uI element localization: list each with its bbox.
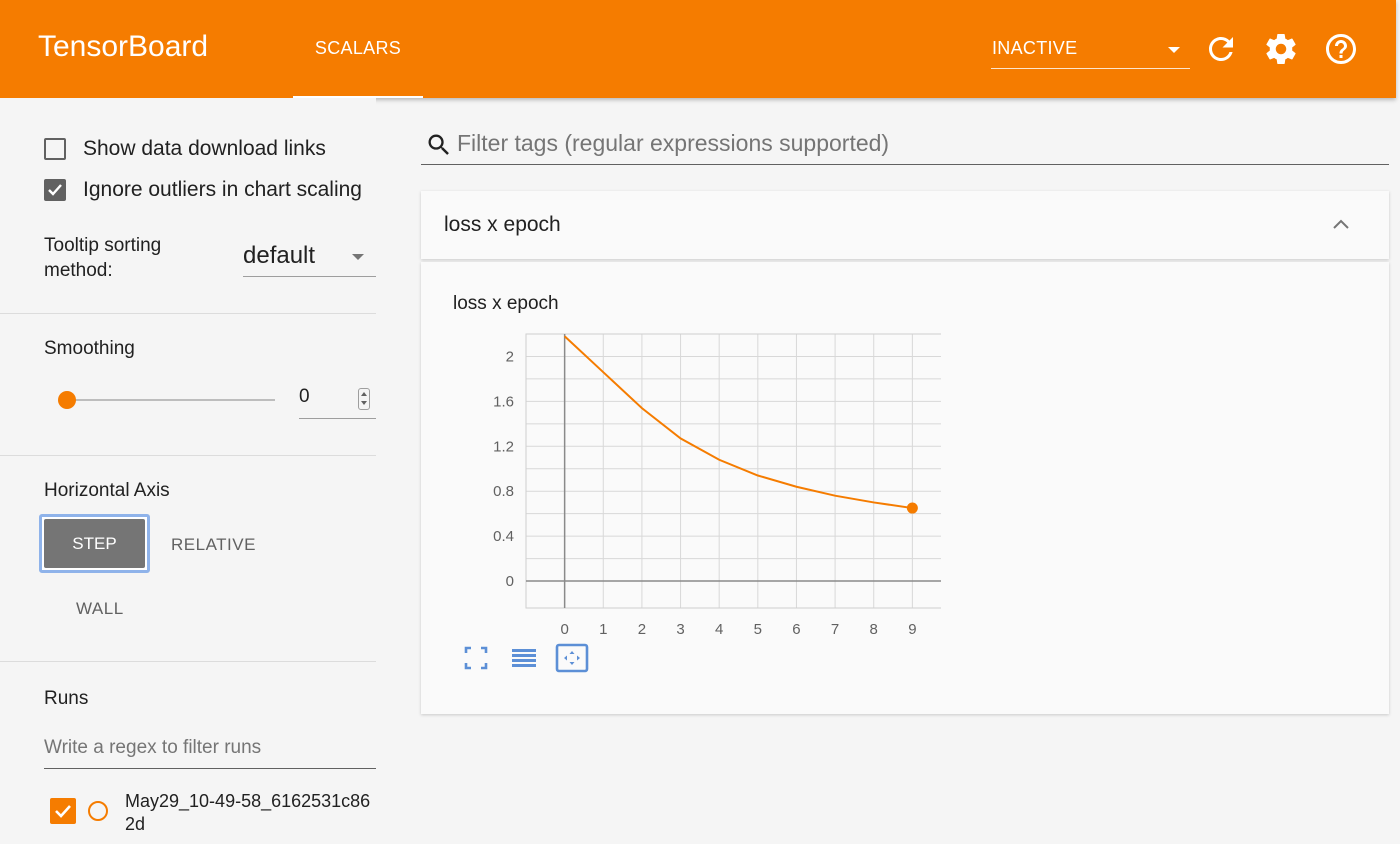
runs-title: Runs <box>44 688 89 709</box>
plot-frame <box>525 333 941 609</box>
chevron-down-icon <box>1168 47 1180 53</box>
x-tick-label: 2 <box>638 621 646 638</box>
gear-icon[interactable] <box>1263 31 1299 67</box>
runs-filter-input[interactable]: Write a regex to filter runs <box>44 732 376 769</box>
x-tick-label: 8 <box>870 621 878 638</box>
y-tick-label: 0.8 <box>493 483 514 500</box>
category-title: loss x epoch <box>444 213 561 236</box>
ignore-outliers-checkbox[interactable]: Ignore outliers in chart scaling <box>44 177 376 205</box>
log-scale-icon[interactable] <box>510 644 538 672</box>
axis-step-label: STEP <box>44 519 145 568</box>
run-name: May29_10-49-58_6162531c862d <box>125 791 371 834</box>
status-dropdown[interactable]: INACTIVE <box>991 34 1190 69</box>
zoom-region-icon[interactable] <box>555 643 589 673</box>
sidebar: Show data download links Ignore outliers… <box>0 98 376 844</box>
chevron-down-icon <box>352 254 364 260</box>
checkbox-checked-icon[interactable] <box>44 179 66 201</box>
category-header[interactable]: loss x epoch <box>421 191 1389 259</box>
smoothing-slider-track[interactable] <box>67 399 275 401</box>
y-tick-label: 1.6 <box>493 393 514 410</box>
x-tick-label: 0 <box>560 621 568 638</box>
tooltip-sorting-label: Tooltip sorting method: <box>44 235 162 281</box>
smoothing-value: 0 <box>299 386 310 407</box>
smoothing-title: Smoothing <box>44 338 135 359</box>
x-tick-label: 3 <box>676 621 684 638</box>
checkbox-unchecked-icon[interactable] <box>44 138 66 160</box>
help-icon[interactable] <box>1323 31 1359 67</box>
app-logo: TensorBoard <box>38 30 209 63</box>
fit-domain-icon[interactable] <box>462 644 490 672</box>
run-checkbox[interactable] <box>50 798 76 824</box>
show-download-links-checkbox[interactable]: Show data download links <box>44 136 376 164</box>
x-tick-label: 9 <box>908 621 916 638</box>
chart-title: loss x epoch <box>453 293 559 314</box>
show-download-links-label: Show data download links <box>83 137 326 160</box>
x-tick-label: 5 <box>754 621 762 638</box>
section-divider <box>0 661 376 662</box>
horizontal-axis-title: Horizontal Axis <box>44 480 170 501</box>
axis-step-button[interactable]: STEP <box>39 514 150 573</box>
line-chart[interactable]: 0 0.4 0.8 1.2 1.6 2 0 1 2 3 4 5 6 7 8 9 <box>471 322 941 642</box>
x-tick-label: 4 <box>715 621 723 638</box>
tooltip-sorting-dropdown[interactable]: default <box>243 240 376 277</box>
y-tick-label: 0 <box>506 573 514 590</box>
tag-filter-input[interactable]: Filter tags (regular expressions support… <box>421 125 1389 165</box>
run-color-radio[interactable] <box>88 801 108 821</box>
axis-wall-button[interactable]: WALL <box>76 599 124 619</box>
top-app-bar: TensorBoard SCALARS INACTIVE <box>0 0 1396 98</box>
x-tick-label: 7 <box>831 621 839 638</box>
x-tick-label: 1 <box>599 621 607 638</box>
tab-scalars-label: SCALARS <box>314 38 402 58</box>
y-tick-label: 2 <box>506 348 514 365</box>
smoothing-spinner[interactable] <box>358 388 370 410</box>
y-tick-label: 0.4 <box>493 528 514 545</box>
axis-relative-button[interactable]: RELATIVE <box>171 535 256 555</box>
checkmark-icon <box>48 184 62 196</box>
runs-filter-placeholder: Write a regex to filter runs <box>44 737 262 758</box>
tab-scalars[interactable]: SCALARS <box>293 0 423 98</box>
tag-filter-placeholder: Filter tags (regular expressions support… <box>457 130 890 156</box>
smoothing-slider-knob[interactable] <box>58 391 76 409</box>
refresh-icon[interactable] <box>1203 31 1239 67</box>
ignore-outliers-label: Ignore outliers in chart scaling <box>83 178 362 201</box>
search-icon <box>428 134 449 155</box>
section-divider <box>0 313 376 314</box>
x-tick-label: 6 <box>792 621 800 638</box>
tooltip-sorting-value: default <box>243 242 316 269</box>
data-point <box>906 502 918 514</box>
series-line <box>563 335 913 510</box>
status-dropdown-value: INACTIVE <box>992 38 1078 58</box>
section-divider <box>0 455 376 456</box>
chevron-up-icon[interactable] <box>1329 213 1353 237</box>
y-tick-label: 1.2 <box>493 438 514 455</box>
chart-card: loss x epoch 0 0.4 0.8 1.2 1.6 2 0 1 2 3 4 5 6 7 8 9 <box>421 262 1389 714</box>
checkmark-icon <box>55 805 71 818</box>
